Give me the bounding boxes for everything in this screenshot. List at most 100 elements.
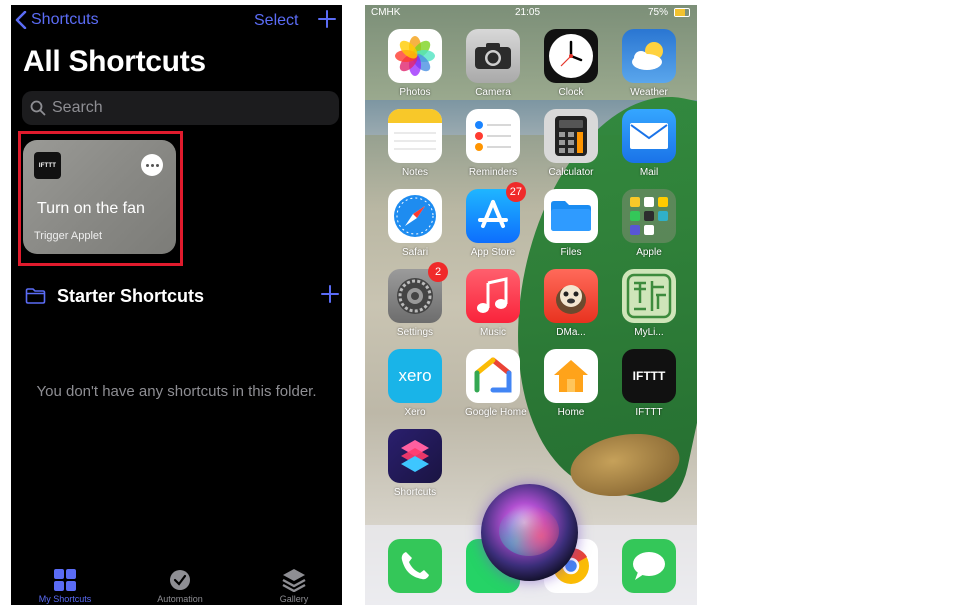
app-reminders[interactable]: Reminders <box>465 109 521 178</box>
app-camera[interactable]: Camera <box>465 29 521 98</box>
app-shortcuts[interactable]: Shortcuts <box>387 429 443 498</box>
notification-badge: 2 <box>428 262 448 282</box>
phone-icon <box>388 539 442 593</box>
music-icon <box>466 269 520 323</box>
tab-automation[interactable]: Automation <box>135 568 225 604</box>
empty-folder-message: You don't have any shortcuts in this fol… <box>36 383 317 400</box>
time-label: 21:05 <box>515 7 541 18</box>
app-app-store[interactable]: 27 App Store <box>465 182 526 258</box>
shortcut-subtitle: Trigger Applet <box>34 230 103 242</box>
app-label: Photos <box>399 87 431 98</box>
app-photos[interactable]: Photos <box>387 29 443 98</box>
grid-icon <box>54 569 76 591</box>
files-icon <box>544 189 598 243</box>
app-label: Shortcuts <box>393 487 437 498</box>
app-myli[interactable]: MyLi... <box>621 269 677 338</box>
back-button[interactable]: Shortcuts <box>15 11 99 29</box>
ifttt-logo: IFTTT <box>34 152 61 179</box>
app-label: Mail <box>639 167 659 178</box>
photos-icon <box>388 29 442 83</box>
layers-icon <box>282 569 306 592</box>
app-music[interactable]: Music <box>465 269 521 338</box>
app-label: Weather <box>630 87 668 98</box>
myli-icon <box>622 269 676 323</box>
home-icon <box>544 349 598 403</box>
settings-icon: 2 <box>388 262 448 323</box>
home-screen: CMHK 21:05 75% Photos Camera Clock Weath… <box>365 5 697 605</box>
app-settings[interactable]: 2 Settings <box>387 262 448 338</box>
dma-icon <box>544 269 598 323</box>
xero-icon: xero <box>388 349 442 403</box>
search-placeholder: Search <box>52 99 103 116</box>
shortcut-title: Turn on the fan <box>37 200 145 217</box>
more-options-icon[interactable] <box>141 154 163 176</box>
app-label: MyLi... <box>634 327 664 338</box>
app-mail[interactable]: Mail <box>621 109 677 178</box>
app-label: App Store <box>470 247 516 258</box>
tab-my-shortcuts[interactable]: My Shortcuts <box>20 568 110 604</box>
battery-percent: 75% <box>648 7 669 18</box>
page-title: All Shortcuts <box>23 45 206 78</box>
tab-label: My Shortcuts <box>38 594 92 604</box>
ifttt-icon: IFTTT <box>622 349 676 403</box>
app-label: Notes <box>401 167 429 178</box>
check-clock-icon <box>170 570 190 590</box>
folder-title: Starter Shortcuts <box>57 285 205 306</box>
app-phone[interactable] <box>387 539 443 593</box>
app-weather[interactable]: Weather <box>621 29 677 98</box>
app-ifttt[interactable]: IFTTT IFTTT <box>621 349 677 418</box>
app-label: Google Home <box>465 407 527 418</box>
back-label: Shortcuts <box>31 11 99 28</box>
app-files[interactable]: Files <box>543 189 599 258</box>
tab-label: Automation <box>157 594 203 604</box>
app-label: DMa... <box>556 327 586 338</box>
app-label: Apple <box>636 247 662 258</box>
tab-gallery[interactable]: Gallery <box>249 568 339 604</box>
chevron-left-icon <box>15 11 27 29</box>
folder-icon <box>25 288 46 304</box>
app-label: Calculator <box>548 167 594 178</box>
search-icon <box>30 100 46 116</box>
app-label: Settings <box>396 327 434 338</box>
reminders-icon <box>466 109 520 163</box>
add-to-folder-icon[interactable] <box>321 285 339 303</box>
shortcuts-app-screen: Shortcuts Select All Shortcuts Search IF… <box>11 5 342 605</box>
app-label: Music <box>479 327 507 338</box>
carrier-label: CMHK <box>371 7 401 18</box>
add-shortcut-icon[interactable] <box>317 9 337 29</box>
app-clock[interactable]: Clock <box>543 29 599 98</box>
siri-orb[interactable] <box>481 484 578 581</box>
status-bar: CMHK 21:05 75% <box>365 5 697 21</box>
app-label: Camera <box>475 87 511 98</box>
folder-header[interactable]: Starter Shortcuts <box>25 285 339 307</box>
shortcut-card[interactable]: IFTTT Turn on the fan Trigger Applet <box>23 140 176 254</box>
weather-icon <box>622 29 676 83</box>
app-safari[interactable]: Safari <box>387 189 443 258</box>
app-dma[interactable]: DMa... <box>543 269 599 338</box>
camera-icon <box>466 29 520 83</box>
app-label: Xero <box>404 407 426 418</box>
app-xero[interactable]: xero Xero <box>387 349 443 418</box>
app-calculator[interactable]: Calculator <box>543 109 599 178</box>
app-label: IFTTT <box>635 407 663 418</box>
select-button[interactable]: Select <box>254 12 298 30</box>
app-apple-folder[interactable]: Apple <box>621 189 677 258</box>
safari-icon <box>388 189 442 243</box>
calculator-icon <box>544 109 598 163</box>
battery-icon <box>674 8 690 17</box>
search-field[interactable]: Search <box>22 91 339 125</box>
clock-icon <box>544 29 598 83</box>
tab-bar: My Shortcuts Automation Gallery <box>11 560 342 605</box>
app-messages[interactable] <box>621 539 677 593</box>
shortcuts-icon <box>388 429 442 483</box>
app-google-home[interactable]: Google Home <box>465 349 527 418</box>
mail-icon <box>622 109 676 163</box>
messages-icon <box>622 539 676 593</box>
google-home-icon <box>466 349 520 403</box>
apple-folder-icon <box>622 189 676 243</box>
app-home[interactable]: Home <box>543 349 599 418</box>
tab-label: Gallery <box>279 594 309 604</box>
app-notes[interactable]: Notes <box>387 109 443 178</box>
app-label: Home <box>557 407 585 418</box>
app-store-icon: 27 <box>466 182 526 243</box>
